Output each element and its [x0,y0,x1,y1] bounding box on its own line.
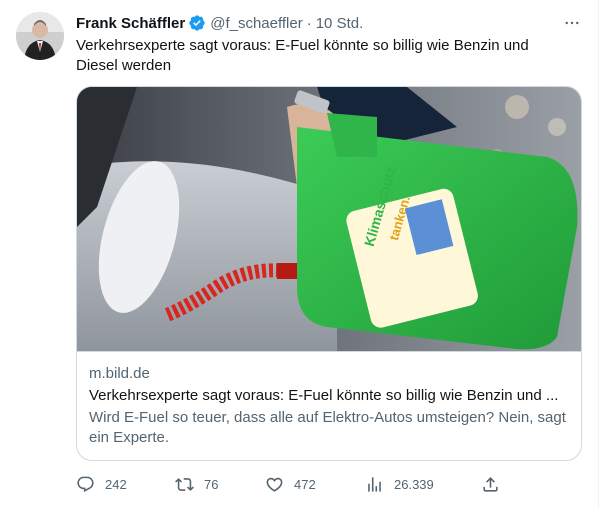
author-name[interactable]: Frank Schäffler [76,15,185,32]
card-description: Wird E-Fuel so teuer, dass alle auf Elek… [89,409,566,446]
reply-count: 242 [105,476,127,492]
view-count: 26.339 [394,476,434,492]
like-count: 472 [294,476,316,492]
share-button[interactable] [481,470,500,498]
retweet-icon [175,477,194,491]
card-title: Verkehrsexperte sagt voraus: E-Fuel könn… [89,387,559,404]
like-icon [266,477,283,492]
views-button[interactable]: 26.339 [365,470,434,498]
author-handle[interactable]: @f_schaeffler [210,15,303,32]
retweet-count: 76 [204,476,219,492]
tweet-header: Frank Schäffler @f_schaeffler · 10 Std. [76,13,582,33]
link-card[interactable]: Klimaschutz tanken. m.bild.de Verkehrsex… [76,86,582,461]
retweet-button[interactable]: 76 [175,470,218,498]
reply-button[interactable]: 242 [76,470,127,498]
tweet-actions: 242 76 472 26.339 [76,470,506,498]
tweet[interactable]: Frank Schäffler @f_schaeffler · 10 Std. … [0,0,599,509]
share-icon [483,476,498,492]
tweet-text: Verkehrsexperte sagt voraus: E-Fuel könn… [76,37,529,74]
tweet-timestamp[interactable]: 10 Std. [316,15,364,32]
card-domain: m.bild.de [89,365,150,382]
like-button[interactable]: 472 [265,470,316,498]
reply-icon [77,476,94,492]
verified-badge-icon[interactable] [188,14,206,32]
card-body[interactable]: m.bild.de Verkehrsexperte sagt voraus: E… [77,351,581,460]
card-image[interactable]: Klimaschutz tanken. [77,87,581,351]
views-icon [368,476,381,492]
more-icon[interactable] [562,13,582,33]
avatar[interactable] [16,12,64,60]
separator-dot: · [306,14,312,32]
